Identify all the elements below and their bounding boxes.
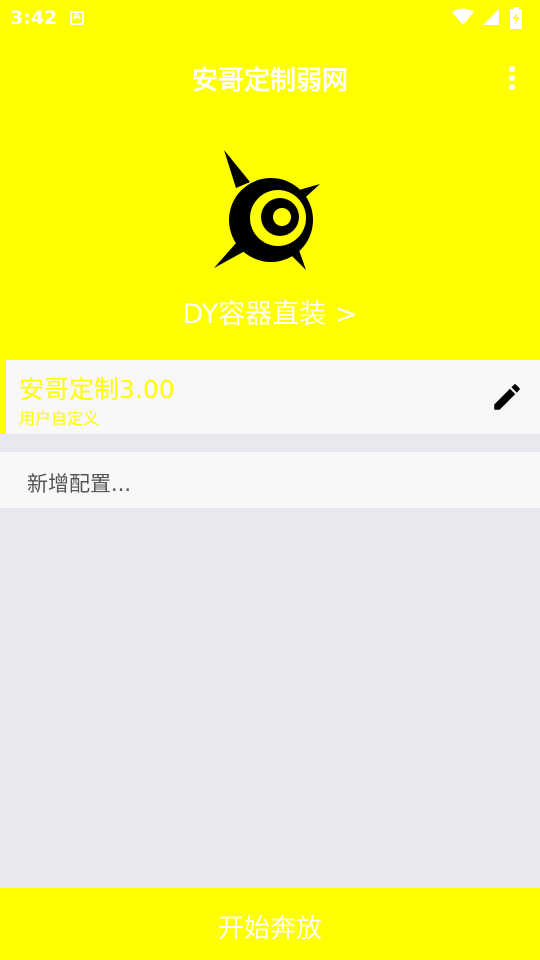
- status-icons: [452, 6, 532, 30]
- app-screen: 3:42 安哥定制弱网: [0, 0, 540, 960]
- pencil-icon[interactable]: [490, 380, 524, 414]
- battery-icon: [510, 7, 522, 29]
- compass-eye-logo: [214, 150, 320, 270]
- config-subtitle: 用户自定义: [19, 409, 100, 428]
- dy-install-link[interactable]: DY容器直装 >: [0, 292, 540, 331]
- wifi-icon: [452, 8, 474, 25]
- config-item[interactable]: 安哥定制3.00 用户自定义: [0, 360, 540, 434]
- status-time: 3:42: [10, 7, 58, 29]
- selected-indicator: [0, 360, 6, 434]
- signal-icon: [483, 9, 499, 25]
- add-config-label: 新增配置...: [27, 472, 132, 496]
- a-notification-icon: [70, 11, 84, 25]
- add-config-button[interactable]: 新增配置...: [0, 452, 540, 508]
- config-title: 安哥定制3.00: [19, 375, 175, 404]
- start-button[interactable]: 开始奔放: [0, 888, 540, 960]
- header-area: 3:42 安哥定制弱网: [0, 0, 540, 360]
- start-button-label: 开始奔放: [217, 914, 322, 944]
- more-vert-icon[interactable]: [506, 66, 518, 92]
- app-title: 安哥定制弱网: [191, 66, 348, 96]
- status-bar: 3:42: [0, 0, 540, 36]
